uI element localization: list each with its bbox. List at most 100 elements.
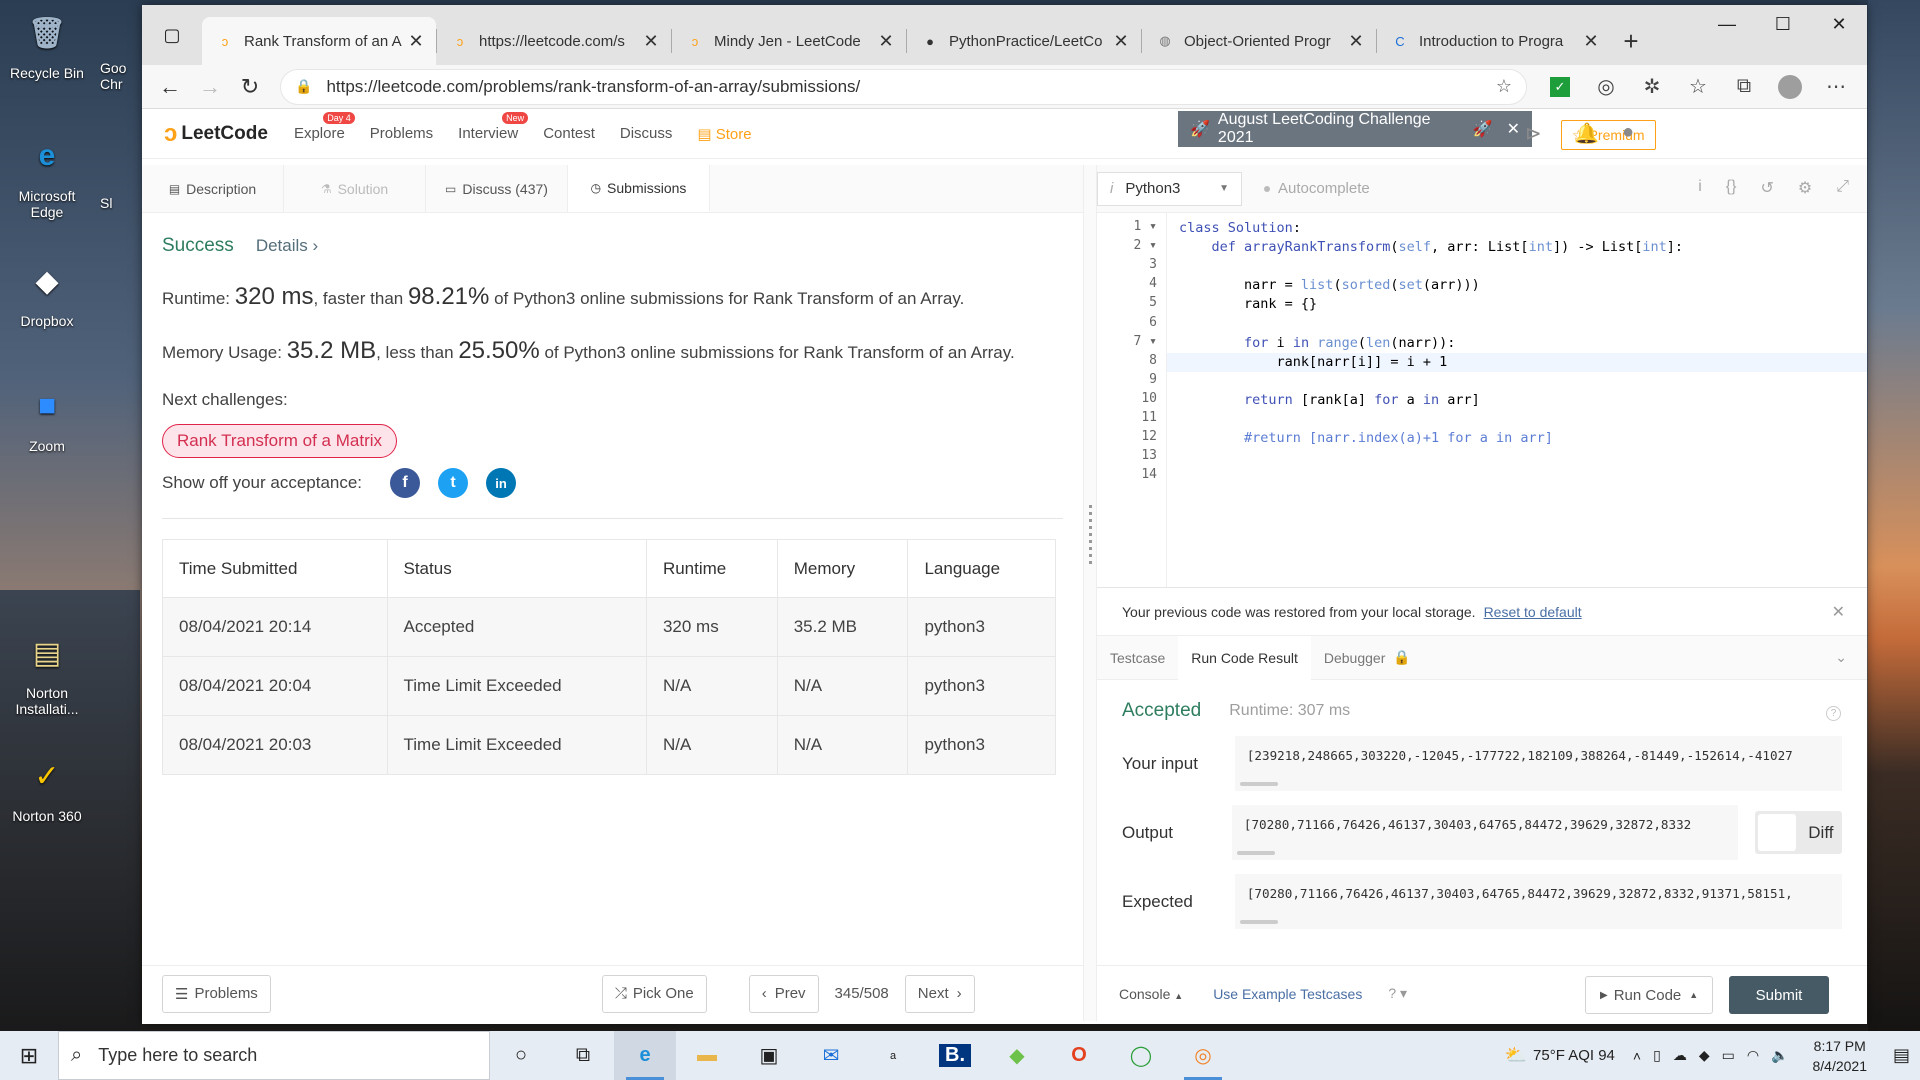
submit-button[interactable]: Submit: [1729, 976, 1829, 1014]
extension-check-button[interactable]: ✓: [1537, 69, 1583, 105]
scrollbar[interactable]: [1239, 920, 1278, 924]
code-line[interactable]: def arrayRankTransform(self, arr: List[i…: [1167, 238, 1867, 257]
info-icon[interactable]: i: [1698, 178, 1702, 198]
scrollbar[interactable]: [1239, 782, 1278, 786]
code-line[interactable]: [1167, 467, 1867, 486]
autocomplete-toggle[interactable]: Autocomplete: [1264, 180, 1370, 197]
table-cell[interactable]: Time Limit Exceeded: [386, 715, 647, 775]
braces-icon[interactable]: {}: [1726, 178, 1737, 198]
table-header[interactable]: Language: [907, 539, 1056, 598]
code-line[interactable]: #return [narr.index(a)+1 for a in arr]: [1167, 429, 1867, 448]
pick-one-button[interactable]: ⤮ Pick One: [601, 974, 707, 1013]
your-input-box[interactable]: [239218,248665,303220,-12045,-177722,182…: [1234, 736, 1842, 791]
desktop-icon-chrome-partial[interactable]: Goo Chr: [100, 60, 140, 92]
maximize-button[interactable]: ☐: [1755, 5, 1811, 43]
forward-button[interactable]: →: [190, 69, 230, 105]
reset-icon[interactable]: ↺: [1760, 178, 1773, 198]
taskbar-search[interactable]: ⌕ Type here to search: [58, 1031, 490, 1080]
cortana-button[interactable]: ○: [490, 1031, 552, 1080]
tab-debugger[interactable]: Debugger 🔒: [1311, 636, 1424, 680]
minimize-button[interactable]: —: [1699, 5, 1755, 43]
desktop-icon[interactable]: 🗑 Recycle Bin: [6, 5, 88, 82]
diff-toggle[interactable]: Diff: [1755, 811, 1842, 854]
taskbar-edge[interactable]: e: [614, 1031, 676, 1080]
chevron-up-icon[interactable]: ˄: [1633, 1048, 1641, 1064]
extension-button[interactable]: ◎: [1583, 69, 1629, 105]
details-link[interactable]: Details ›: [256, 236, 318, 256]
close-tab-icon[interactable]: ✕: [1581, 31, 1601, 52]
tab-solution[interactable]: ⚗ Solution: [284, 165, 426, 212]
twitter-icon[interactable]: t: [438, 468, 469, 498]
code-line[interactable]: [1167, 448, 1867, 467]
taskbar-store[interactable]: ▣: [738, 1031, 800, 1080]
tab-testcase[interactable]: Testcase: [1097, 636, 1178, 680]
next-challenge-pill[interactable]: Rank Transform of a Matrix: [162, 424, 398, 458]
tab-discuss[interactable]: ▭ Discuss (437): [426, 165, 568, 212]
tab-actions-button[interactable]: ▢: [142, 5, 202, 65]
weather-text[interactable]: 75°F AQI 94: [1533, 1047, 1615, 1064]
taskbar-app-diamond[interactable]: ◆: [986, 1031, 1048, 1080]
nav-item[interactable]: Interview New: [458, 112, 529, 142]
table-cell[interactable]: Accepted: [386, 597, 647, 657]
back-button[interactable]: ←: [150, 69, 190, 105]
close-window-button[interactable]: ✕: [1811, 5, 1867, 43]
desktop-icon[interactable]: ✓ Norton 360: [6, 748, 88, 825]
collections-button[interactable]: ⧉: [1721, 69, 1767, 105]
more-menu-button[interactable]: ⋯: [1813, 69, 1859, 105]
leetcode-logo[interactable]: ↄ LeetCode: [164, 120, 268, 148]
table-header[interactable]: Time Submitted: [162, 539, 388, 598]
tab-submissions[interactable]: ◷ Submissions: [568, 165, 710, 212]
volume-icon[interactable]: 🔈: [1771, 1047, 1788, 1064]
reset-default-link[interactable]: Reset to default: [1484, 604, 1582, 620]
dropbox-icon[interactable]: ◆: [1699, 1047, 1710, 1064]
nav-item[interactable]: Problems: [370, 125, 433, 142]
clock[interactable]: 8:17 PM 8/4/2021: [1812, 1036, 1867, 1076]
code-line[interactable]: [1167, 314, 1867, 333]
facebook-icon[interactable]: f: [390, 468, 421, 498]
refresh-button[interactable]: ↻: [230, 69, 270, 105]
desktop-icon[interactable]: ◆ Dropbox: [6, 253, 88, 330]
tab-run-code-result[interactable]: Run Code Result: [1178, 635, 1311, 680]
taskbar-office[interactable]: O: [1048, 1031, 1110, 1080]
nav-store[interactable]: ▤ Store: [697, 125, 751, 143]
panel-splitter[interactable]: [1083, 165, 1097, 1021]
fullscreen-icon[interactable]: ⤢: [1836, 178, 1849, 198]
code-line[interactable]: [1167, 257, 1867, 276]
next-button[interactable]: Next ›: [904, 974, 975, 1013]
linkedin-icon[interactable]: in: [486, 468, 517, 498]
expected-box[interactable]: [70280,71166,76426,46137,30403,64765,844…: [1234, 874, 1842, 929]
nav-item[interactable]: Explore Day 4: [294, 112, 355, 142]
chevron-down-icon[interactable]: ⌄: [1835, 649, 1847, 666]
browser-tab[interactable]: ● PythonPractice/LeetCo ✕: [907, 17, 1141, 65]
close-tab-icon[interactable]: ✕: [641, 31, 661, 52]
table-header[interactable]: Status: [386, 539, 647, 598]
console-button[interactable]: Console ▲: [1119, 986, 1183, 1002]
challenge-banner[interactable]: 🚀 August LeetCoding Challenge 2021 🚀 ✕: [1178, 111, 1532, 147]
close-banner-icon[interactable]: ✕: [1507, 119, 1520, 139]
device-icon[interactable]: ▯: [1653, 1047, 1661, 1064]
taskbar-booking[interactable]: B.: [924, 1031, 986, 1080]
start-button[interactable]: ⊞: [0, 1031, 58, 1080]
settings-icon[interactable]: ⚙: [1798, 178, 1812, 198]
taskbar-app-orange[interactable]: ◎: [1172, 1031, 1234, 1080]
desktop-icon[interactable]: ■ Zoom: [6, 378, 88, 454]
output-box[interactable]: [70280,71166,76426,46137,30403,64765,844…: [1231, 805, 1739, 860]
code-line[interactable]: [1167, 372, 1867, 391]
close-tab-icon[interactable]: ✕: [1111, 31, 1131, 52]
nav-item[interactable]: Contest: [543, 125, 595, 142]
tab-description[interactable]: ▤ Description: [142, 165, 284, 212]
close-tab-icon[interactable]: ✕: [1346, 31, 1366, 52]
taskbar-app-ring[interactable]: ◯: [1110, 1031, 1172, 1080]
taskbar-mail[interactable]: ✉: [800, 1031, 862, 1080]
code-line[interactable]: return [rank[a] for a in arr]: [1167, 391, 1867, 410]
code-line[interactable]: for i in range(len(narr)):: [1167, 334, 1867, 353]
close-icon[interactable]: ✕: [1832, 602, 1845, 622]
browser-tab[interactable]: ↄ Mindy Jen - LeetCode ✕: [672, 17, 906, 65]
problems-button[interactable]: ☰ Problems: [162, 974, 271, 1013]
profile-button[interactable]: [1767, 69, 1813, 105]
desktop-icon-slack-partial[interactable]: Sl: [100, 195, 140, 211]
browser-tab[interactable]: C Introduction to Progra ✕: [1377, 17, 1611, 65]
cloud-icon[interactable]: ☁: [1673, 1047, 1687, 1064]
code-line[interactable]: narr = list(sorted(set(arr))): [1167, 276, 1867, 295]
scrollbar[interactable]: [1236, 851, 1275, 855]
